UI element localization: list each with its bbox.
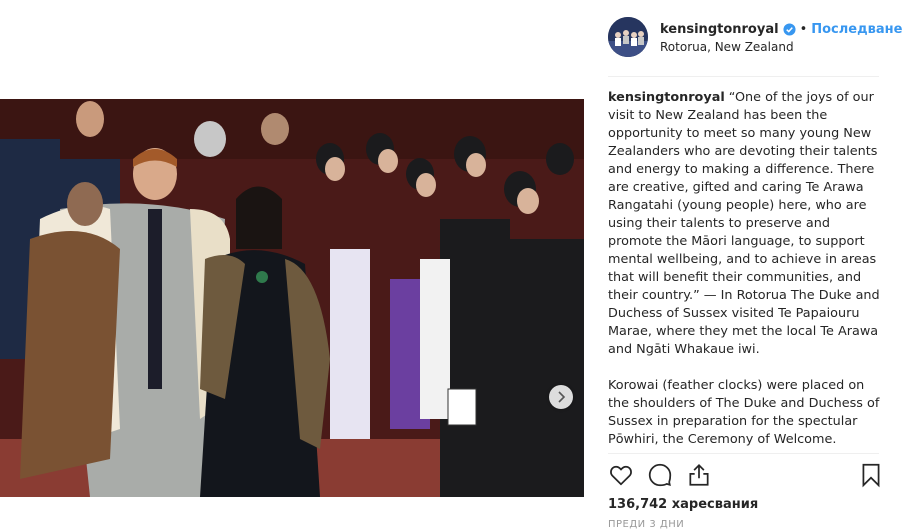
next-photo-button[interactable] xyxy=(549,385,573,409)
username-link[interactable]: kensingtonroyal xyxy=(660,22,779,37)
save-button[interactable] xyxy=(858,462,886,490)
caption-text: “One of the joys of our visit to New Zea… xyxy=(608,90,880,447)
heart-icon xyxy=(610,465,632,486)
like-button[interactable] xyxy=(608,462,636,490)
post-sidebar: kensingtonroyal • Последване Rotorua, Ne… xyxy=(584,0,903,531)
avatar[interactable] xyxy=(608,17,648,57)
follow-button[interactable]: Последване xyxy=(811,22,902,37)
avatar-image xyxy=(608,17,648,57)
comment-icon xyxy=(648,463,672,487)
separator-dot: • xyxy=(799,21,808,37)
share-button[interactable] xyxy=(686,462,714,490)
header-user-row: kensingtonroyal • Последване xyxy=(660,20,902,38)
header-text: kensingtonroyal • Последване Rotorua, Ne… xyxy=(660,20,902,55)
post-photo-image xyxy=(0,99,584,497)
location-link[interactable]: Rotorua, New Zealand xyxy=(660,40,902,54)
bookmark-icon xyxy=(862,463,880,488)
share-icon xyxy=(689,464,709,486)
post-media-area xyxy=(0,0,584,531)
comment-button[interactable] xyxy=(647,462,675,490)
caption-username-link[interactable]: kensingtonroyal xyxy=(608,90,725,105)
verified-badge-icon xyxy=(783,22,796,36)
header-divider xyxy=(608,76,879,77)
post-actions xyxy=(608,462,888,490)
post-photo[interactable] xyxy=(0,99,584,497)
actions-divider xyxy=(608,453,879,454)
likes-count[interactable]: 136,742 харесвания xyxy=(608,497,758,512)
post-caption: kensingtonroyal “One of the joys of our … xyxy=(608,89,885,449)
post-timestamp[interactable]: ПРЕДИ 3 ДНИ xyxy=(608,519,684,530)
post-header: kensingtonroyal • Последване Rotorua, Ne… xyxy=(608,16,902,58)
chevron-right-icon xyxy=(558,391,566,403)
